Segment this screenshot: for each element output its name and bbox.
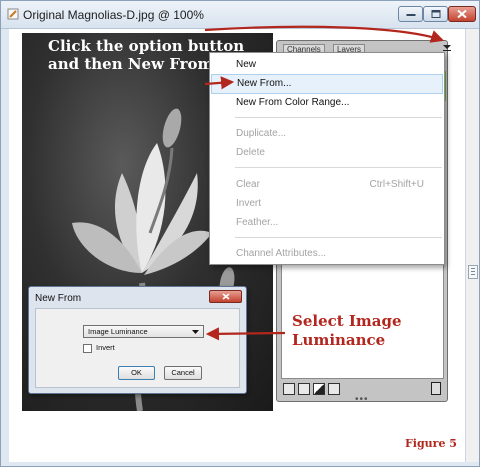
menu-separator [235, 167, 442, 168]
instruction-select-luminance: Select Image Luminance [292, 312, 402, 349]
dialog-body: Image Luminance Invert OK Cancel [35, 308, 240, 388]
close-icon [457, 9, 467, 19]
scroll-grip[interactable] [468, 265, 478, 279]
menu-item-new-from[interactable]: New From... [211, 74, 443, 94]
close-button[interactable] [448, 6, 476, 22]
menu-item-channel-attributes: Channel Attributes... [236, 248, 327, 259]
window-title: Original Magnolias-D.jpg @ 100% [23, 8, 204, 22]
chevron-down-icon [192, 330, 199, 334]
dialog-close-button[interactable] [209, 290, 242, 303]
menu-item-feather: Feather... [236, 217, 279, 228]
menu-item-clear: Clear Ctrl+Shift+U [211, 175, 443, 195]
channels-options-menu: New New From... New From Color Range... … [209, 52, 445, 265]
source-select-value: Image Luminance [88, 327, 148, 336]
close-icon [222, 293, 230, 300]
minimize-icon [406, 14, 415, 16]
dialog-title: New From [35, 293, 82, 304]
maximize-icon [431, 10, 440, 18]
ok-button[interactable]: OK [118, 366, 155, 380]
menu-item-new-from-color-range[interactable]: New From Color Range... [211, 93, 443, 113]
menu-item-delete: Delete [236, 147, 265, 158]
maximize-button[interactable] [423, 6, 448, 22]
paint-document-icon [7, 8, 19, 20]
load-selection-icon[interactable] [283, 383, 295, 395]
invert-checkbox[interactable] [83, 344, 92, 353]
menu-shortcut-clear: Ctrl+Shift+U [369, 179, 424, 190]
menu-separator [235, 237, 442, 238]
menu-item-invert: Invert [236, 198, 262, 209]
source-select[interactable]: Image Luminance [83, 325, 204, 338]
new-from-dialog: New From Image Luminance Invert OK Cance… [28, 286, 247, 394]
title-bar[interactable]: Original Magnolias-D.jpg @ 100% [1, 1, 479, 29]
vertical-scrollbar[interactable] [465, 29, 479, 462]
save-selection-icon[interactable] [298, 383, 310, 395]
panel-resize-grip[interactable]: ••• [355, 394, 369, 405]
menu-separator [235, 117, 442, 118]
minimize-button[interactable] [398, 6, 423, 22]
menu-item-new[interactable]: New [211, 55, 443, 75]
invert-label: Invert [96, 343, 115, 352]
mask-icon[interactable] [313, 383, 325, 395]
new-channel-icon[interactable] [328, 383, 340, 395]
figure-label: Figure 5 [405, 437, 457, 450]
cancel-button[interactable]: Cancel [164, 366, 202, 380]
menu-item-duplicate: Duplicate... [236, 128, 287, 139]
trash-icon[interactable] [431, 382, 441, 395]
